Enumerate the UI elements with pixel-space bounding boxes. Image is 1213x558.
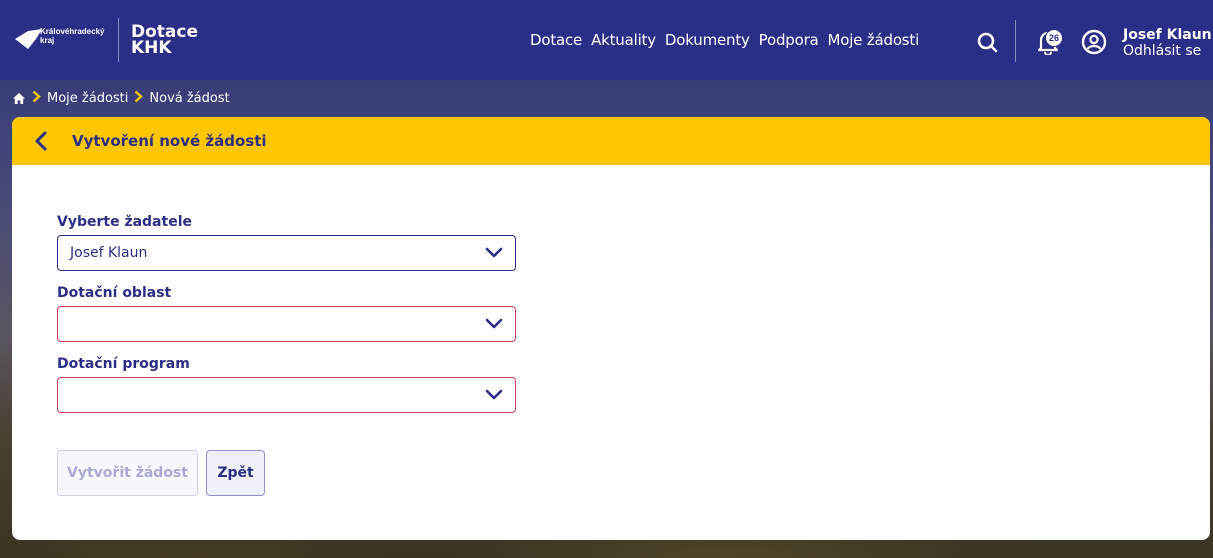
user-info: Josef Klaun Odhlásit se: [1123, 27, 1212, 59]
region-name: Královéhradecký kraj: [40, 27, 105, 45]
chevron-down-icon: [485, 389, 503, 400]
user-name: Josef Klaun: [1123, 27, 1212, 43]
header-divider: [1015, 20, 1016, 62]
chevron-down-icon: [485, 247, 503, 258]
program-select[interactable]: [57, 377, 516, 413]
arrow-left-icon: [35, 131, 47, 151]
region-logo: Královéhradecký kraj: [14, 15, 118, 65]
applicant-select-value: Josef Klaun: [70, 245, 148, 261]
logo[interactable]: Královéhradecký kraj Dotace KHK: [0, 0, 198, 80]
user-profile-button[interactable]: [1080, 28, 1108, 56]
nav-item-podpora[interactable]: Podpora: [759, 31, 819, 49]
breadcrumb-separator-icon: [32, 90, 41, 107]
search-button[interactable]: [973, 28, 1001, 56]
program-label: Dotační program: [57, 356, 190, 372]
breadcrumb-separator-icon: [134, 90, 144, 107]
breadcrumb-item-nova-zadost: Nová žádost: [149, 90, 230, 106]
top-header: Královéhradecký kraj Dotace KHK Dotace A…: [0, 0, 1213, 80]
page-title: Vytvoření nové žádosti: [72, 132, 267, 150]
user-circle-icon: [1081, 29, 1107, 55]
nav-item-dokumenty[interactable]: Dokumenty: [665, 31, 750, 49]
card-header: Vytvoření nové žádosti: [12, 117, 1210, 165]
nav-item-moje-zadosti[interactable]: Moje žádosti: [828, 31, 920, 49]
home-icon[interactable]: [12, 92, 26, 105]
logout-link[interactable]: Odhlásit se: [1123, 43, 1212, 59]
app-name: Dotace KHK: [131, 22, 198, 58]
applicant-field: Vyberte žadatele Josef Klaun: [57, 214, 517, 271]
program-field: Dotační program: [57, 356, 517, 413]
nav-item-dotace[interactable]: Dotace: [530, 31, 582, 49]
request-form: Vyberte žadatele Josef Klaun Dotační obl…: [57, 214, 517, 427]
search-icon: [977, 32, 998, 53]
new-request-card: Vytvoření nové žádosti Vyberte žadatele …: [12, 117, 1210, 540]
area-select[interactable]: [57, 306, 516, 342]
form-actions: Vytvořit žádost Zpět: [57, 450, 265, 496]
nav-item-aktuality[interactable]: Aktuality: [591, 31, 656, 49]
logo-divider: [118, 18, 119, 62]
chevron-down-icon: [485, 318, 503, 329]
area-field: Dotační oblast: [57, 285, 517, 342]
breadcrumb: Moje žádosti Nová žádost: [12, 88, 230, 108]
applicant-select[interactable]: Josef Klaun: [57, 235, 516, 271]
breadcrumb-item-moje-zadosti[interactable]: Moje žádosti: [47, 91, 128, 106]
back-action-button[interactable]: Zpět: [206, 450, 265, 496]
back-button[interactable]: [34, 130, 56, 152]
applicant-label: Vyberte žadatele: [57, 214, 192, 230]
area-label: Dotační oblast: [57, 285, 172, 301]
create-request-button[interactable]: Vytvořit žádost: [57, 450, 198, 496]
notification-badge: 26: [1045, 29, 1063, 47]
main-nav: Dotace Aktuality Dokumenty Podpora Moje …: [530, 0, 919, 80]
